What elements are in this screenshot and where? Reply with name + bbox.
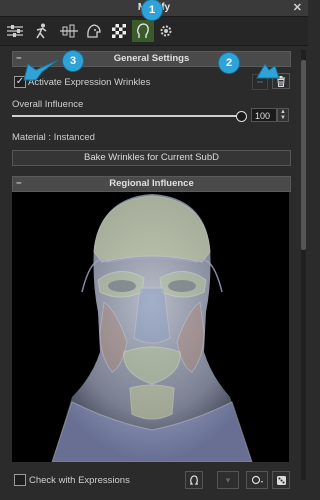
nose-region[interactable]: [133, 287, 171, 344]
toolbar: [0, 17, 308, 46]
material-label: Material : Instanced: [12, 132, 95, 143]
head-morph-icon[interactable]: [132, 20, 154, 42]
align-icon[interactable]: [58, 20, 80, 42]
dropdown-button[interactable]: ▾: [217, 471, 239, 489]
sliders-icon[interactable]: [4, 20, 26, 42]
panel-scrollbar[interactable]: [301, 50, 306, 480]
overall-influence-label: Overall Influence: [12, 99, 84, 110]
callout-arrow-icon: [23, 59, 59, 81]
motion-figure-icon[interactable]: [31, 20, 53, 42]
bottom-toolbar: Check with Expressions ▾: [0, 466, 300, 494]
callout-arrow-icon: [256, 63, 280, 79]
check-expressions-label: Check with Expressions: [29, 475, 130, 486]
face-tool-icon[interactable]: [83, 20, 105, 42]
overall-influence-spinner[interactable]: ▲ ▼: [277, 108, 289, 122]
gear-cog-icon[interactable]: [155, 20, 177, 42]
callout-badge-2: 2: [218, 52, 240, 74]
regional-influence-header[interactable]: − Regional Influence: [12, 176, 291, 192]
bake-wrinkles-button[interactable]: Bake Wrinkles for Current SubD: [12, 150, 291, 166]
check-expressions-checkbox[interactable]: [14, 474, 26, 486]
modify-panel: − General Settings ✓ Activate Expression…: [0, 46, 300, 466]
regional-influence-face-viewport[interactable]: [12, 192, 289, 462]
face-region-map[interactable]: [12, 192, 289, 462]
callout-badge-1: 1: [141, 0, 163, 21]
reset-dropdown-icon[interactable]: [246, 471, 268, 489]
overall-influence-slider-knob[interactable]: [236, 111, 247, 122]
overall-influence-input[interactable]: 100: [251, 108, 277, 122]
regional-influence-title: Regional Influence: [109, 178, 194, 189]
chin-region[interactable]: [129, 384, 175, 420]
head-omega-icon[interactable]: [185, 471, 203, 489]
checker-texture-icon[interactable]: [108, 20, 130, 42]
scrollbar-thumb[interactable]: [301, 60, 306, 250]
collapse-icon[interactable]: −: [16, 177, 22, 191]
callout-badge-3: 3: [62, 50, 84, 72]
overall-influence-slider-track[interactable]: [12, 115, 240, 117]
forehead-region[interactable]: [93, 195, 211, 263]
general-settings-title: General Settings: [113, 53, 190, 64]
close-icon[interactable]: ✕: [293, 0, 302, 16]
dice-icon[interactable]: [272, 471, 290, 489]
collapse-icon[interactable]: −: [16, 52, 22, 66]
